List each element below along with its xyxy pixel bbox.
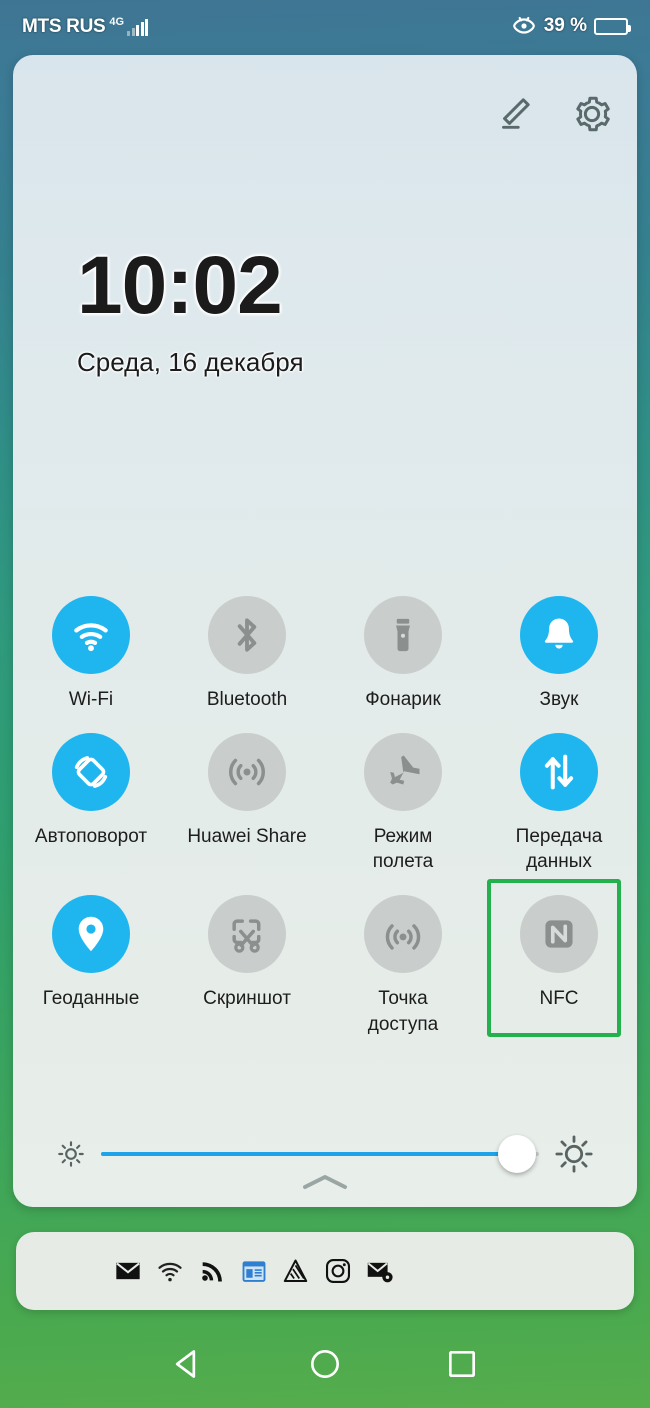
- hotspot-icon[interactable]: [364, 894, 442, 973]
- sun-small-icon: [58, 1141, 84, 1167]
- auto-rotate-icon[interactable]: [52, 732, 130, 811]
- nfc-icon[interactable]: [520, 894, 598, 973]
- status-bar: MTS RUS 4G 39 %: [0, 0, 650, 52]
- pencil-edit-icon[interactable]: [493, 93, 535, 135]
- toggle-tile-label: Режим полета: [372, 825, 434, 873]
- back-triangle-icon[interactable]: [168, 1344, 208, 1384]
- toggle-tile-label: Точка доступа: [367, 987, 439, 1035]
- toggle-tile-label: Передача данных: [515, 825, 603, 873]
- calendar-news-icon: [242, 1261, 266, 1282]
- brightness-slider[interactable]: [101, 1135, 539, 1173]
- email-settings-icon: [367, 1262, 393, 1283]
- wifi-question-icon: [158, 1262, 182, 1282]
- wifi-icon[interactable]: [52, 596, 130, 674]
- gear-settings-icon[interactable]: [571, 93, 613, 135]
- huawei-share-icon[interactable]: [208, 732, 286, 811]
- signal-bars-icon: [127, 18, 149, 36]
- toggle-tile-label: Wi-Fi: [68, 689, 114, 710]
- panel-actions: [493, 93, 613, 135]
- toggle-tile-label: Скриншот: [203, 987, 291, 1009]
- toggle-tile-huawei-share[interactable]: Huawei Share: [169, 713, 325, 875]
- notification-card[interactable]: [16, 1232, 634, 1310]
- date-label: Среда, 16 декабря: [77, 347, 304, 377]
- navigation-bar: [0, 1320, 650, 1408]
- toggle-tile-nfc[interactable]: NFC: [481, 875, 637, 1038]
- toggle-tile-label: NFC: [539, 987, 579, 1009]
- sun-large-icon: [555, 1135, 593, 1173]
- carrier-label: MTS RUS: [22, 15, 106, 37]
- slider-fill: [101, 1152, 518, 1156]
- flashlight-icon[interactable]: [364, 596, 442, 674]
- instagram-icon: [325, 1258, 351, 1284]
- data-transfer-icon[interactable]: [520, 732, 598, 811]
- quick-settings-panel: 10:02 Среда, 16 декабря Wi-Fi Bluetooth Фо…: [13, 55, 637, 1207]
- toggle-tile-label: Звук: [539, 689, 579, 710]
- toggle-tile-bell-sound[interactable]: Звук: [481, 580, 637, 713]
- toggle-tile-label: Huawei Share: [187, 825, 307, 847]
- mountain-logo-icon: [283, 1259, 308, 1283]
- airplane-icon[interactable]: [364, 732, 442, 811]
- slider-thumb[interactable]: [498, 1135, 537, 1173]
- status-bar-right: 39 %: [511, 13, 631, 39]
- eye-comfort-icon: [512, 16, 535, 34]
- chevron-up-icon[interactable]: [295, 1171, 355, 1193]
- clock-block: 10:02 Среда, 16 декабря: [77, 245, 304, 378]
- status-bar-left: MTS RUS 4G: [22, 15, 149, 37]
- home-circle-icon[interactable]: [305, 1344, 345, 1384]
- toggle-tile-auto-rotate[interactable]: Автоповорот: [13, 713, 169, 875]
- toggle-row: Геоданные Скриншот Точка доступа NFC: [13, 875, 637, 1038]
- network-generation-label: 4G: [109, 15, 125, 28]
- toggle-tile-hotspot[interactable]: Точка доступа: [325, 875, 481, 1037]
- toggle-tile-flashlight[interactable]: Фонарик: [325, 580, 481, 713]
- toggle-tile-label: Геоданные: [42, 987, 140, 1009]
- toggle-tile-label: Автоповорот: [34, 825, 148, 847]
- battery-percent-label: 39 %: [543, 15, 587, 36]
- toggle-tile-label: Bluetooth: [206, 689, 288, 710]
- location-pin-icon[interactable]: [52, 894, 130, 973]
- battery-icon: [594, 17, 631, 35]
- toggle-row: Wi-Fi Bluetooth Фонарик Звук: [13, 580, 637, 713]
- brightness-row: [13, 1133, 637, 1175]
- recents-square-icon[interactable]: [442, 1344, 482, 1384]
- toggle-tile-bluetooth[interactable]: Bluetooth: [169, 580, 325, 713]
- toggle-tile-airplane[interactable]: Режим полета: [325, 713, 481, 875]
- bluetooth-icon[interactable]: [208, 596, 286, 674]
- toggle-tile-data-transfer[interactable]: Передача данных: [481, 713, 637, 875]
- toggle-tile-location-pin[interactable]: Геоданные: [13, 875, 169, 1037]
- screenshot-icon[interactable]: [208, 894, 286, 973]
- toggle-grid: Wi-Fi Bluetooth Фонарик Звук Автоповорот Huaw…: [13, 580, 637, 1038]
- toggle-tile-wifi[interactable]: Wi-Fi: [13, 580, 169, 713]
- bell-sound-icon[interactable]: [520, 596, 598, 674]
- toggle-tile-screenshot[interactable]: Скриншот: [169, 875, 325, 1037]
- toggle-row: Автоповорот Huawei Share Режим полета Перед…: [13, 713, 637, 875]
- rss-feed-icon: [202, 1262, 222, 1282]
- toggle-tile-label: Фонарик: [365, 689, 441, 710]
- clock-label: 10:02: [77, 240, 283, 331]
- email-icon: [116, 1262, 140, 1280]
